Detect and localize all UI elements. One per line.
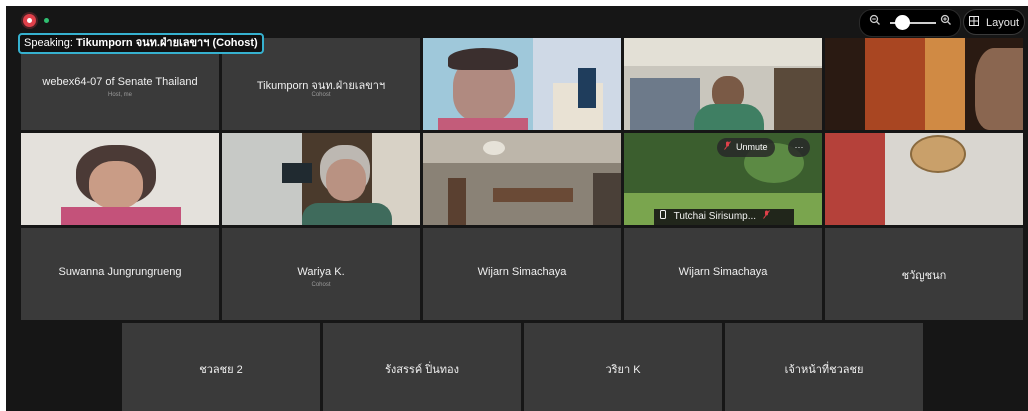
participant-name: Tutchai Sirisump... [673,211,757,222]
active-speaker-banner: Speaking: Tikumporn จนท.ฝ่ายเลขาฯ (Cohos… [18,33,264,54]
participant-clothing [438,118,528,130]
video-window [630,78,700,130]
participant-role: Cohost [311,282,331,288]
video-light [483,141,505,155]
recording-icon[interactable] [23,14,36,27]
participant-tile[interactable]: Wijarn Simachaya [624,228,822,320]
video-object [825,133,885,225]
video-furniture [774,68,822,130]
participant-name: เจ้าหน้าที่ชวลชย [784,364,864,376]
layout-button[interactable]: Layout [963,9,1025,35]
participant-name-label: Tutchai Sirisump... [654,209,794,225]
layout-label: Layout [986,17,1020,29]
participant-role: Host, me [107,92,132,98]
participant-name: วริยา K [605,364,641,376]
participant-name: Wariya K. [297,266,345,278]
unmute-button[interactable]: Unmute [717,138,775,157]
speaking-prefix: Speaking: [24,37,73,49]
participant-clothing [61,207,181,225]
more-options-icon: ··· [794,142,804,152]
video-ceiling [423,133,621,163]
video-tile[interactable] [825,38,1023,130]
participant-role: Cohost [311,92,331,98]
participant-name: รังสรรค์ ปิ่นทอง [385,364,459,376]
zoom-out-icon[interactable] [869,14,881,29]
video-tile[interactable] [21,133,219,225]
participant-clothing [694,104,764,130]
video-tile[interactable] [825,133,1023,225]
participant-tile[interactable]: Wijarn Simachaya [423,228,621,320]
muted-mic-icon [762,210,770,222]
video-tile[interactable] [423,38,621,130]
participant-face [89,161,143,209]
video-ceiling [624,38,822,66]
participant-face [326,159,366,201]
participant-name: ชวัญชนก [901,270,947,282]
zoom-slider-thumb[interactable] [894,15,910,30]
active-speaker-name: Tikumporn จนท.ฝ่ายเลขาฯ (Cohost) [76,37,258,49]
video-tile[interactable] [222,133,420,225]
device-phone-icon [660,210,674,222]
participant-tile[interactable]: Wariya K. Cohost [222,228,420,320]
muted-mic-icon [724,141,734,152]
video-ceiling-light [910,135,966,173]
more-options-button[interactable]: ··· [788,138,810,157]
participant-tile[interactable]: Suwanna Jungrungrueng [21,228,219,320]
participant-name: Wijarn Simachaya [678,266,768,278]
webex-meeting-window: Layout Speaking: Tikumporn จนท.ฝ่ายเลขาฯ… [6,6,1028,411]
participant-name: webex64-07 of Senate Thailand [42,76,198,88]
video-object [282,163,312,183]
participant-tile[interactable]: วริยา K [524,323,722,411]
zoom-slider[interactable] [890,15,936,30]
video-tile[interactable]: Unmute ··· Tutchai Sirisump... [624,133,822,225]
participant-hair [448,48,518,70]
zoom-control[interactable] [859,9,961,37]
unmute-label: Unmute [736,142,768,152]
participant-tile[interactable]: รังสรรค์ ปิ่นทอง [323,323,521,411]
participant-tile[interactable]: ชวลชย 2 [122,323,320,411]
video-furniture [593,173,621,225]
video-lamp-light [925,38,965,130]
video-tile[interactable] [423,133,621,225]
participant-tile[interactable]: เจ้าหน้าที่ชวลชย [725,323,923,411]
participant-name: Wijarn Simachaya [477,266,567,278]
participant-clothing [302,203,392,225]
connection-status-icon [44,18,49,23]
grid-layout-icon [968,16,982,29]
video-door [448,178,466,225]
participant-face [975,48,1023,130]
video-tile[interactable] [624,38,822,130]
participant-name: ชวลชย 2 [199,364,243,376]
zoom-in-icon[interactable] [940,14,952,29]
participant-tile[interactable]: ชวัญชนก [825,228,1023,320]
video-object [578,68,596,108]
participant-name: Suwanna Jungrungrueng [58,266,182,278]
video-object [493,188,573,202]
